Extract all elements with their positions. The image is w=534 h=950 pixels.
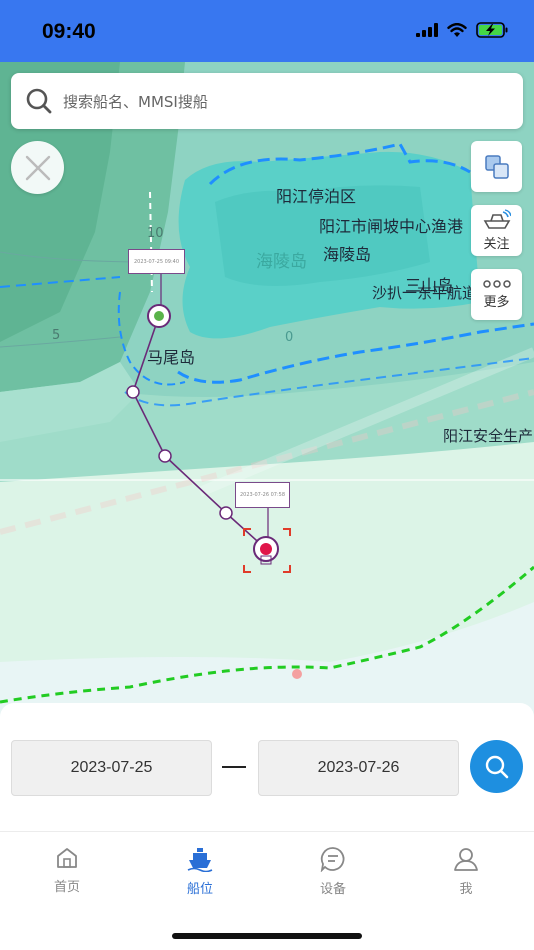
- layers-icon: [484, 154, 509, 179]
- place-label-mawei-island: 马尾岛: [147, 348, 196, 367]
- search-input[interactable]: 搜索船名、MMSI搜船: [63, 91, 208, 112]
- tab-label: 设备: [319, 882, 346, 897]
- user-icon: [454, 848, 478, 871]
- place-label-hailing-island-watermark: 海陵岛: [256, 252, 307, 272]
- place-label-yangjiang-anchorage: 阳江停泊区: [276, 187, 357, 206]
- start-date-field[interactable]: 2023-07-25: [11, 740, 212, 796]
- search-icon: [485, 755, 508, 778]
- battery-charging-icon: [476, 22, 508, 38]
- end-date-field[interactable]: 2023-07-26: [258, 740, 459, 796]
- tab-home[interactable]: 首页: [27, 846, 107, 895]
- ship-follow-icon: [483, 209, 511, 229]
- track-end-label[interactable]: 2023-07-26 07:58: [235, 482, 290, 508]
- more-icon: [482, 280, 511, 288]
- place-label-yangjiang-safety: 阳江安全生产: [443, 427, 534, 445]
- depth-label: 5: [52, 328, 61, 343]
- date-range-panel: 2023-07-25 2023-07-26: [0, 703, 534, 833]
- map-view[interactable]: 2023-07-25 09:40 2023-07-26 07:58 阳江停泊区 …: [0, 62, 534, 722]
- follow-label: 关注: [483, 237, 510, 252]
- status-icons: [416, 22, 508, 38]
- place-label-hailing-island: 海陵岛: [323, 245, 372, 264]
- search-bar[interactable]: 搜索船名、MMSI搜船: [11, 73, 523, 129]
- tab-label: 船位: [186, 882, 213, 897]
- more-label: 更多: [483, 295, 510, 310]
- tab-label: 首页: [53, 880, 80, 895]
- status-bar: 09:40: [0, 0, 534, 62]
- search-icon: [26, 88, 52, 114]
- depth-label: 0: [285, 330, 294, 345]
- ship-icon: [187, 848, 213, 872]
- tab-device[interactable]: 设备: [293, 846, 373, 897]
- wifi-icon: [447, 22, 467, 37]
- tab-ship-position[interactable]: 船位: [160, 846, 240, 897]
- place-label-shapa-waterway: 沙扒一东平航道: [372, 284, 478, 302]
- home-indicator: [172, 933, 362, 939]
- place-label-zhapo-fishing-port: 阳江市闸坡中心渔港: [319, 217, 464, 236]
- more-button[interactable]: 更多: [471, 269, 522, 320]
- home-icon: [57, 848, 77, 868]
- follow-button[interactable]: 关注: [471, 205, 522, 256]
- map-canvas[interactable]: [0, 62, 534, 722]
- query-track-button[interactable]: [470, 740, 523, 793]
- close-icon: [25, 155, 50, 180]
- status-time: 09:40: [42, 20, 96, 43]
- tab-me[interactable]: 我: [426, 846, 506, 897]
- depth-label: 10: [147, 226, 164, 241]
- close-button[interactable]: [11, 141, 64, 194]
- date-separator: [222, 766, 246, 768]
- chat-icon: [320, 847, 345, 872]
- signal-icon: [416, 23, 438, 37]
- layer-switch-button[interactable]: [471, 141, 522, 192]
- track-start-label[interactable]: 2023-07-25 09:40: [128, 249, 185, 274]
- tab-label: 我: [459, 882, 473, 897]
